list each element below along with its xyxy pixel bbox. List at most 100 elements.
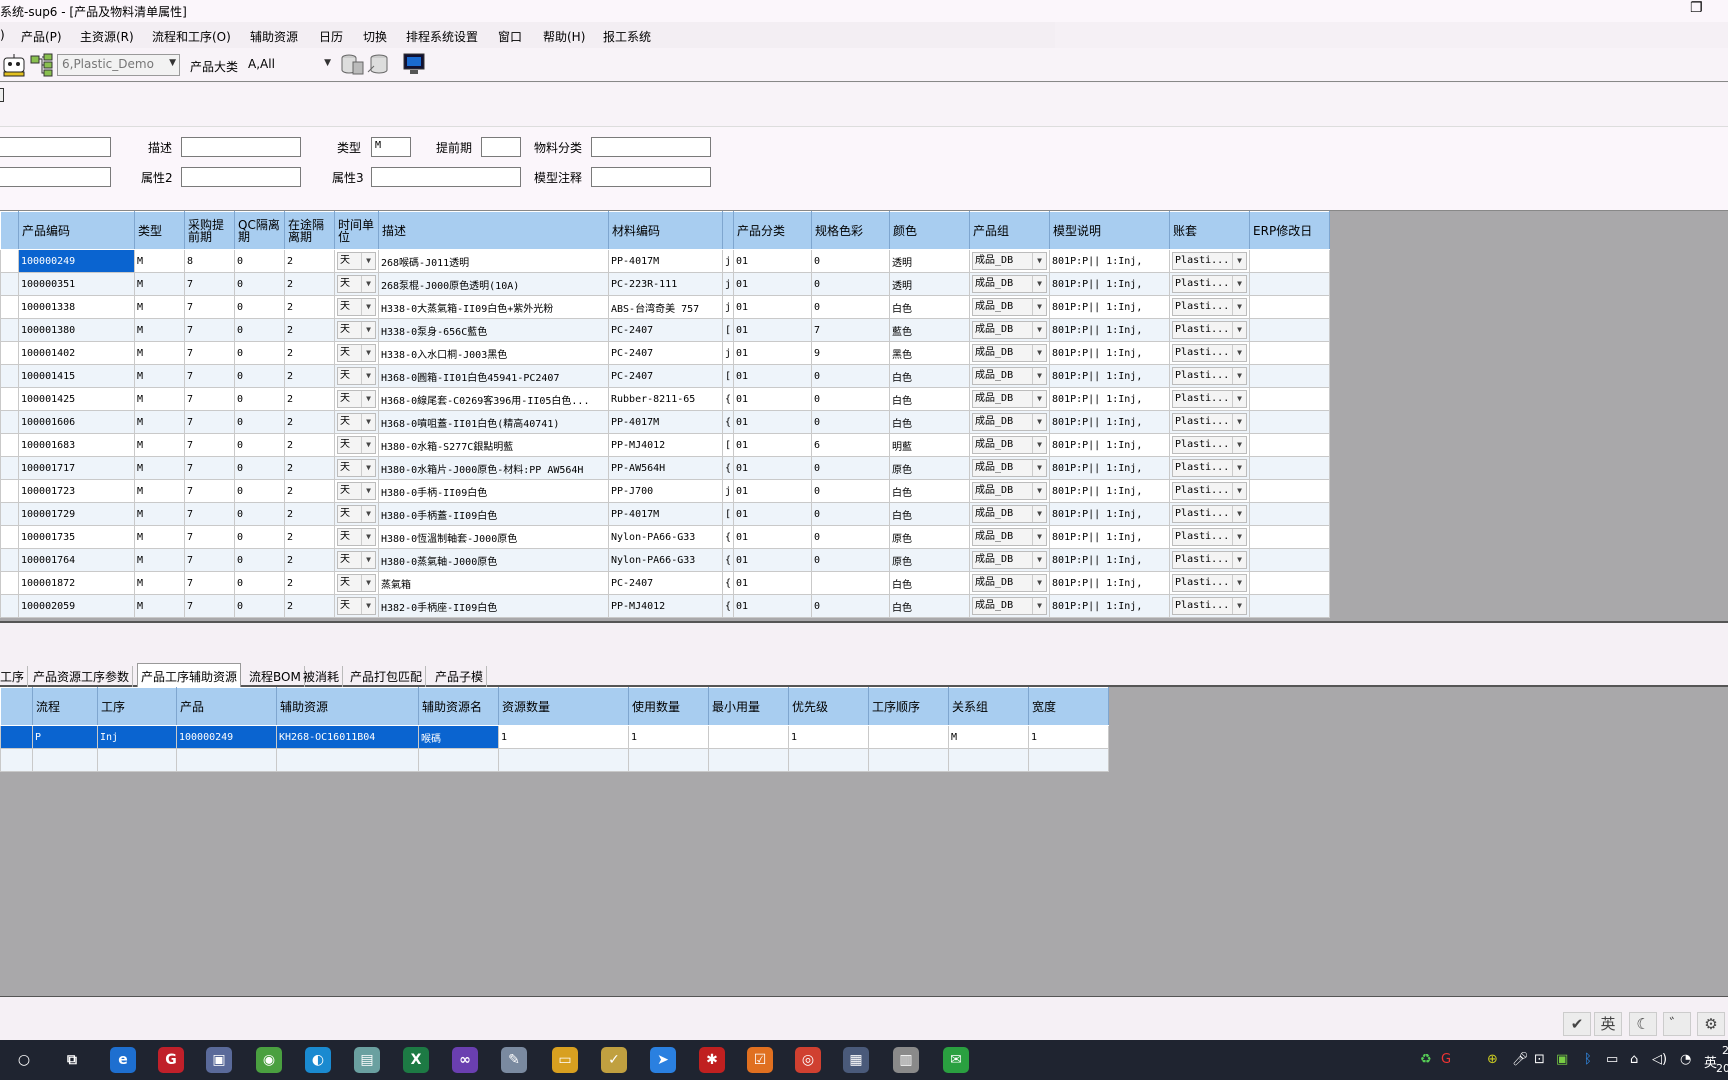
table-cell[interactable]: M [134, 479, 185, 503]
table-cell[interactable]: 0 [811, 295, 891, 319]
chevron-down-icon[interactable]: ▼ [1032, 391, 1046, 407]
tab-flow-bom[interactable]: 流程BOM [246, 666, 305, 687]
model-note-field[interactable] [591, 167, 711, 187]
table-cell[interactable]: 01 [733, 387, 813, 411]
table-cell[interactable]: H368-0圓箱-II01白色45941-PC2407 [378, 364, 609, 388]
product-group-select[interactable]: 成品_DB ▼ [969, 318, 1051, 342]
col-header-purchase-leadtime[interactable]: 采购提前期 [184, 211, 235, 250]
row-indicator[interactable] [0, 748, 33, 772]
table-cell[interactable]: 2 [284, 525, 335, 549]
cell-dropdown[interactable]: 天 ▼ [337, 390, 376, 408]
table-cell[interactable]: 2 [284, 341, 335, 365]
chevron-down-icon[interactable]: ▼ [361, 483, 375, 499]
table-cell[interactable]: 01 [733, 295, 813, 319]
account-set-select[interactable]: Plasti... ▼ [1169, 502, 1251, 526]
table-cell[interactable] [1249, 502, 1331, 526]
chevron-down-icon[interactable]: ▼ [1232, 552, 1246, 568]
table-cell[interactable] [1249, 364, 1331, 388]
product-group-select[interactable]: 成品_DB ▼ [969, 387, 1051, 411]
table-cell[interactable]: 100002059 [18, 594, 135, 618]
table-cell[interactable]: Rubber-8211-65 [608, 387, 723, 411]
menu-item-switch[interactable]: 切换 [363, 28, 387, 45]
product-group-select[interactable]: 成品_DB ▼ [969, 295, 1051, 319]
product-group-select[interactable]: 成品_DB ▼ [969, 410, 1051, 434]
leadtime-field[interactable] [481, 137, 521, 157]
attr2-field[interactable] [181, 167, 301, 187]
table-cell[interactable]: 801P:P|| 1:Inj, [1049, 295, 1171, 319]
account-set-select[interactable]: Plasti... ▼ [1169, 387, 1251, 411]
chevron-down-icon[interactable]: ▼ [1032, 460, 1046, 476]
table-cell[interactable]: P [32, 725, 98, 749]
chevron-down-icon[interactable]: ▼ [361, 253, 375, 269]
table-cell[interactable]: 7 [184, 272, 235, 296]
account-set-select[interactable]: Plasti... ▼ [1169, 456, 1251, 480]
time-unit-select[interactable]: 天 ▼ [334, 548, 379, 572]
table-row[interactable]: 100001872 M 7 0 2 天 ▼ 蒸氣箱 PC-2407{01 白色 成品_DB ▼ 801P… [0, 571, 1331, 595]
table-cell[interactable] [1249, 525, 1331, 549]
table-cell[interactable]: 透明 [889, 249, 971, 273]
table-cell[interactable]: 7 [184, 571, 235, 595]
table-cell[interactable]: 0 [234, 318, 285, 342]
cell-dropdown[interactable]: 成品_DB ▼ [972, 436, 1048, 454]
time-unit-select[interactable]: 天 ▼ [334, 341, 379, 365]
cell-dropdown[interactable]: Plasti... ▼ [1172, 344, 1248, 362]
table-cell[interactable]: 7 [184, 525, 235, 549]
table-cell[interactable]: 2 [284, 502, 335, 526]
table-cell[interactable]: 藍色 [889, 318, 971, 342]
cell-dropdown[interactable]: 天 ▼ [337, 574, 376, 592]
table-cell[interactable]: 100000351 [18, 272, 135, 296]
attr3-field[interactable] [371, 167, 521, 187]
table-cell[interactable]: { [721, 456, 735, 480]
table-cell[interactable]: 0 [234, 433, 285, 457]
table-cell[interactable]: Nylon-PA66-G33 [608, 525, 723, 549]
table-cell[interactable]: 0 [234, 502, 285, 526]
chevron-down-icon[interactable]: ▼ [361, 506, 375, 522]
table-cell[interactable]: 7 [184, 387, 235, 411]
table-cell[interactable]: { [721, 594, 735, 618]
table-cell[interactable]: 100001764 [18, 548, 135, 572]
row-indicator[interactable] [0, 341, 19, 365]
chevron-down-icon[interactable]: ▼ [1232, 391, 1246, 407]
product-group-select[interactable]: 成品_DB ▼ [969, 456, 1051, 480]
menu-item-window[interactable]: 窗口 [498, 28, 522, 45]
row-indicator[interactable] [0, 456, 19, 480]
table-cell[interactable]: 801P:P|| 1:Inj, [1049, 548, 1171, 572]
table-cell[interactable] [97, 748, 177, 772]
table-cell[interactable]: 801P:P|| 1:Inj, [1049, 364, 1171, 388]
table-cell[interactable]: [ [721, 364, 735, 388]
table-cell[interactable] [1249, 456, 1331, 480]
time-unit-select[interactable]: 天 ▼ [334, 479, 379, 503]
app-blue-icon[interactable]: ➤ [650, 1047, 676, 1073]
table-row[interactable] [0, 748, 1109, 772]
cell-dropdown[interactable]: 成品_DB ▼ [972, 390, 1048, 408]
table-cell[interactable]: 0 [811, 479, 891, 503]
chevron-down-icon[interactable]: ▼ [361, 276, 375, 292]
col-header-min-qty[interactable]: 最小用量 [708, 687, 789, 726]
table-cell[interactable]: H380-0手柄-II09白色 [378, 479, 609, 503]
cell-dropdown[interactable]: Plasti... ▼ [1172, 551, 1248, 569]
account-set-select[interactable]: Plasti... ▼ [1169, 479, 1251, 503]
chevron-down-icon[interactable]: ▼ [361, 322, 375, 338]
cell-dropdown[interactable]: 成品_DB ▼ [972, 597, 1048, 615]
table-cell[interactable]: 01 [733, 548, 813, 572]
table-cell[interactable]: j [721, 341, 735, 365]
product-group-select[interactable]: 成品_DB ▼ [969, 341, 1051, 365]
table-cell[interactable]: 0 [234, 272, 285, 296]
table-cell[interactable]: 01 [733, 410, 813, 434]
table-cell[interactable]: 黑色 [889, 341, 971, 365]
chevron-down-icon[interactable]: ▼ [361, 529, 375, 545]
monitor-icon[interactable] [401, 51, 427, 77]
table-cell[interactable]: 01 [733, 525, 813, 549]
moon-icon[interactable]: ☾ [1629, 1012, 1657, 1036]
table-cell[interactable]: 01 [733, 571, 813, 595]
table-cell[interactable]: 801P:P|| 1:Inj, [1049, 502, 1171, 526]
chevron-down-icon[interactable]: ▼ [1232, 299, 1246, 315]
table-cell[interactable]: 01 [733, 502, 813, 526]
table-cell[interactable]: KH268-OC16011B04 [276, 725, 419, 749]
cell-dropdown[interactable]: Plasti... ▼ [1172, 528, 1248, 546]
chevron-down-icon[interactable]: ▼ [1232, 506, 1246, 522]
table-cell[interactable]: 0 [234, 594, 285, 618]
network-icon[interactable]: ⌂ [1630, 1052, 1638, 1067]
ime-english-icon[interactable]: 英 [1594, 1012, 1622, 1036]
table-cell[interactable]: 268泵棍-J000原色透明(10A) [378, 272, 609, 296]
